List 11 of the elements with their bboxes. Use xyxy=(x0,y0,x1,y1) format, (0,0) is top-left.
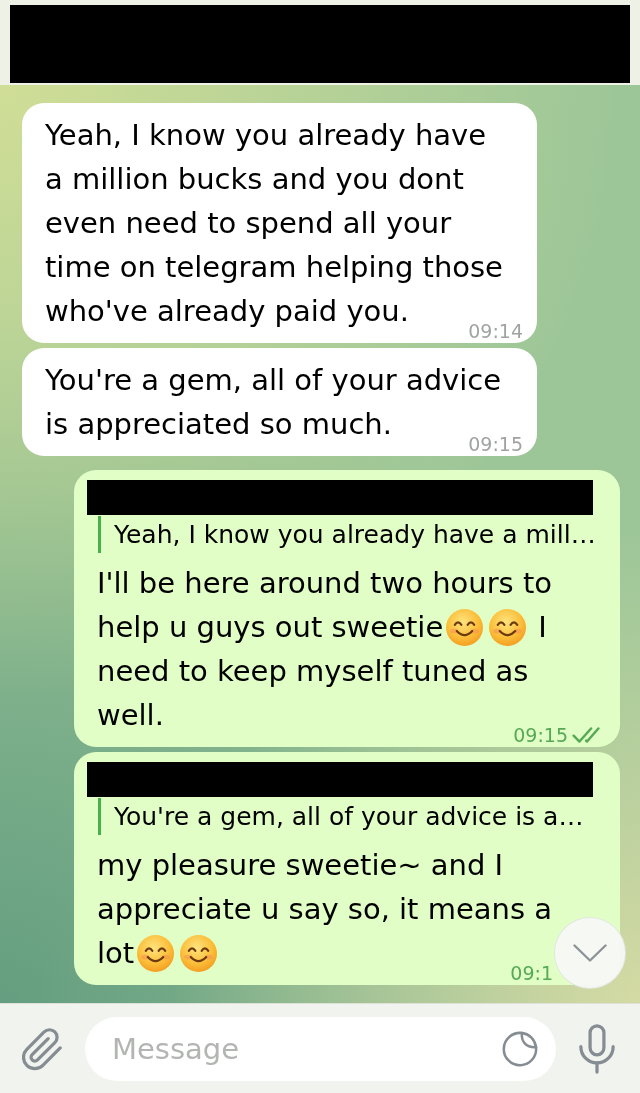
smiley-icon xyxy=(180,935,218,972)
microphone-icon[interactable] xyxy=(579,1023,615,1074)
reply-quote[interactable]: Yeah, I know you already have a mill… xyxy=(98,516,596,553)
sticker-icon[interactable] xyxy=(501,1029,539,1068)
message-input[interactable]: Message xyxy=(85,1016,556,1081)
smiley-icon xyxy=(137,935,175,972)
chevron-down-icon xyxy=(573,944,607,962)
paperclip-icon[interactable] xyxy=(22,1025,62,1072)
smiley-icon xyxy=(489,609,527,646)
smiley-icon xyxy=(446,609,484,646)
reply-quote[interactable]: You're a gem, all of your advice is a… xyxy=(98,798,584,835)
